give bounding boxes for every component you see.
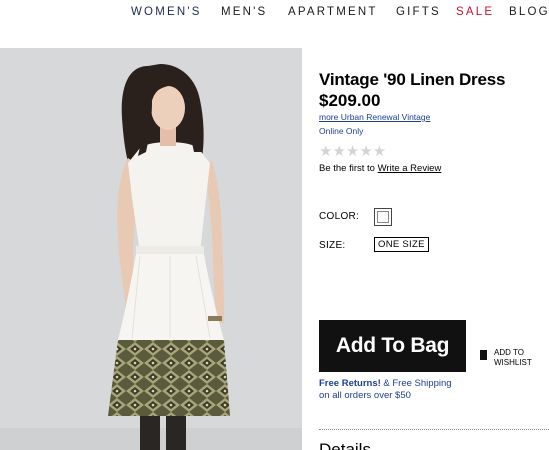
nav-sale[interactable]: SALE [456,6,494,18]
add-to-bag-button[interactable]: Add To Bag [319,320,466,372]
nav-apartment[interactable]: APARTMENT [288,6,378,18]
shipping-promo: Free Returns! & Free Shipping on all ord… [319,378,452,402]
details-heading[interactable]: Details [319,440,371,450]
color-swatch-fill [377,211,389,223]
nav-mens[interactable]: MEN'S [221,6,267,18]
rating-stars[interactable]: ★★★★★ [319,144,549,160]
product-photo-illustration [0,48,302,450]
write-review-link[interactable]: Write a Review [378,163,442,174]
review-prompt: Be the first to [319,163,375,174]
collection-link[interactable]: more Urban Renewal Vintage [319,112,549,122]
nav-blog[interactable]: BLOG [509,6,549,18]
product-info: Vintage '90 Linen Dress $209.00 more Urb… [319,70,549,174]
product-price: $209.00 [319,91,381,110]
nav-womens[interactable]: WOMEN'S [131,6,202,18]
product-title: Vintage '90 Linen Dress [319,70,506,89]
bookmark-icon [480,350,487,360]
size-label: SIZE: [319,240,346,251]
divider [319,429,549,430]
availability-text: Online Only [319,126,364,136]
color-swatch[interactable] [374,208,392,226]
top-navigation: WOMEN'S MEN'S APARTMENT GIFTS SALE BLOG [0,0,549,26]
color-label: COLOR: [319,211,360,222]
wishlist-label: ADD TO WISHLIST [494,348,532,367]
product-image[interactable] [0,48,302,450]
free-returns-text: Free Returns! [319,378,381,389]
size-option-one-size[interactable]: ONE SIZE [374,237,429,252]
nav-gifts[interactable]: GIFTS [396,6,441,18]
review-row: Be the first to Write a Review [319,163,549,174]
